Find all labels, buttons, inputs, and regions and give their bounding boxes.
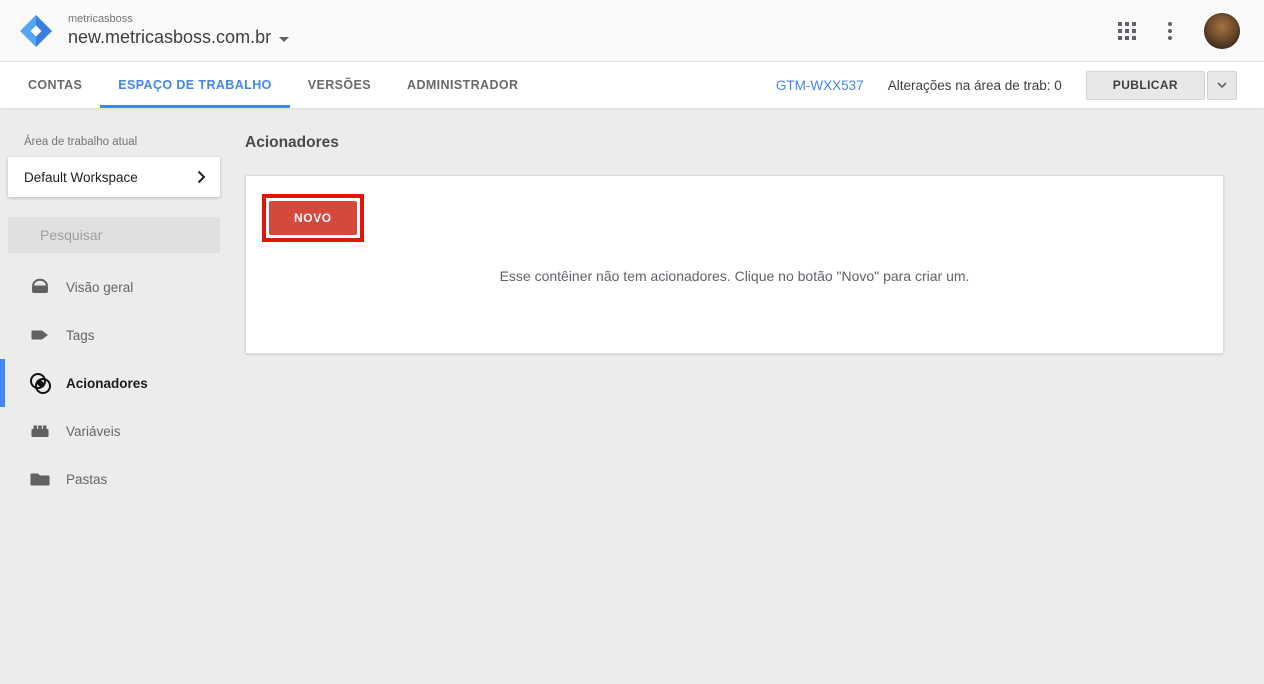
triggers-empty-card: NOVO Esse contêiner não tem acionadores.…: [245, 175, 1224, 354]
app-header: metricasboss new.metricasboss.com.br: [0, 0, 1264, 62]
apps-grid-icon[interactable]: [1118, 22, 1136, 40]
search-input[interactable]: [40, 227, 221, 243]
overview-icon: [28, 275, 52, 299]
tab-contas[interactable]: CONTAS: [10, 62, 100, 108]
container-id-link[interactable]: GTM-WXX537: [776, 78, 864, 93]
brand: metricasboss new.metricasboss.com.br: [18, 13, 289, 49]
new-trigger-button[interactable]: NOVO: [269, 201, 357, 235]
sidebar: Área de trabalho atual Default Workspace…: [0, 108, 228, 683]
avatar[interactable]: [1204, 13, 1240, 49]
workspace-selector[interactable]: Default Workspace: [8, 157, 220, 197]
tab-bar: CONTAS ESPAÇO DE TRABALHO VERSÕES ADMINI…: [0, 62, 1264, 108]
container-selector[interactable]: new.metricasboss.com.br: [68, 27, 289, 48]
chevron-right-icon: [197, 170, 206, 184]
empty-state-message: Esse contêiner não tem acionadores. Cliq…: [262, 268, 1207, 284]
main-content: Acionadores NOVO Esse contêiner não tem …: [228, 108, 1264, 683]
gtm-logo-icon: [18, 13, 54, 49]
variables-icon: [28, 419, 52, 443]
account-name: metricasboss: [68, 13, 289, 25]
sidebar-item-label: Variáveis: [66, 424, 121, 439]
search-box: [8, 217, 220, 253]
sidebar-item-variaveis[interactable]: Variáveis: [0, 407, 228, 455]
workspace-changes-count: Alterações na área de trab: 0: [888, 78, 1062, 93]
sidebar-nav: Visão geral Tags Acionadores: [0, 263, 228, 503]
publish-button[interactable]: PUBLICAR: [1086, 71, 1205, 100]
tab-versoes[interactable]: VERSÕES: [290, 62, 389, 108]
sidebar-item-visao-geral[interactable]: Visão geral: [0, 263, 228, 311]
workspace-section-label: Área de trabalho atual: [0, 136, 228, 148]
sidebar-item-acionadores[interactable]: Acionadores: [0, 359, 228, 407]
tutorial-highlight-outline: NOVO: [262, 194, 364, 242]
more-menu-icon[interactable]: [1162, 20, 1178, 42]
trigger-icon: [28, 371, 52, 395]
sidebar-item-label: Tags: [66, 328, 95, 343]
tab-espaco-de-trabalho[interactable]: ESPAÇO DE TRABALHO: [100, 62, 290, 108]
tab-administrador[interactable]: ADMINISTRADOR: [389, 62, 536, 108]
sidebar-item-pastas[interactable]: Pastas: [0, 455, 228, 503]
sidebar-item-label: Visão geral: [66, 280, 133, 295]
sidebar-item-tags[interactable]: Tags: [0, 311, 228, 359]
tag-icon: [28, 323, 52, 347]
workspace-name: Default Workspace: [24, 170, 138, 185]
container-name: new.metricasboss.com.br: [68, 27, 271, 48]
chevron-down-icon: [279, 37, 289, 42]
publish-dropdown-button[interactable]: [1207, 71, 1237, 100]
sidebar-item-label: Acionadores: [66, 376, 148, 391]
page-title: Acionadores: [245, 134, 1224, 152]
folder-icon: [28, 467, 52, 491]
chevron-down-icon: [1216, 81, 1228, 89]
sidebar-item-label: Pastas: [66, 472, 107, 487]
